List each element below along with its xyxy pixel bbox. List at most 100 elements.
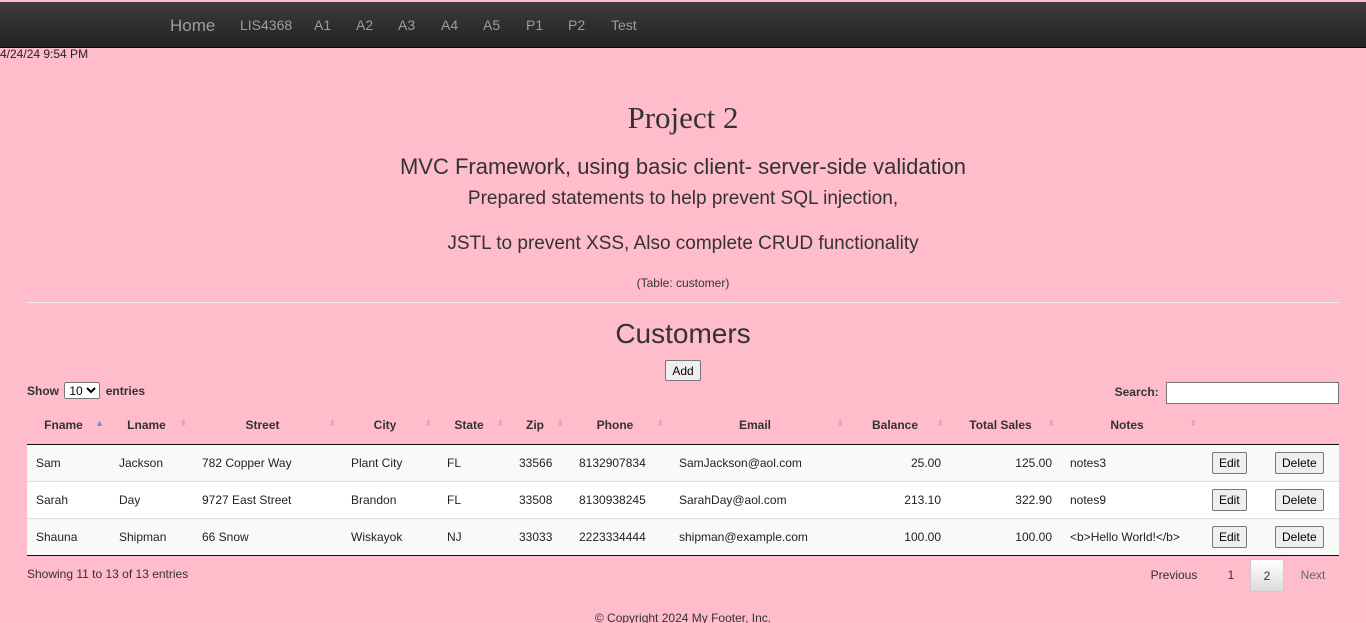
cell-fname: Sarah [36, 492, 69, 507]
nav-item-p1[interactable]: P1 [526, 2, 543, 48]
sort-icon: ⬍ [424, 418, 432, 428]
cell-notes: notes9 [1070, 492, 1107, 507]
table-row: Shauna Shipman 66 Snow Wiskayok NJ 33033… [27, 518, 1339, 555]
entries-label: entries [105, 384, 146, 398]
sort-icon: ⬍ [836, 418, 844, 428]
nav-item-a3[interactable]: A3 [398, 2, 415, 48]
cell-total-sales: 322.90 [1015, 492, 1052, 507]
cell-balance: 213.10 [904, 492, 941, 507]
column-header-email[interactable]: Email ⬍ [670, 406, 850, 445]
column-header-street[interactable]: Street ⬍ [193, 406, 342, 445]
cell-total-sales: 125.00 [1015, 455, 1052, 470]
nav-item-a5[interactable]: A5 [483, 2, 500, 48]
delete-button[interactable]: Delete [1275, 525, 1324, 548]
sort-asc-icon: ▲ [95, 418, 104, 428]
column-header-edit [1203, 406, 1266, 445]
column-header-city[interactable]: City ⬍ [342, 406, 438, 445]
timestamp: 4/24/24 9:54 PM [0, 47, 89, 61]
sort-icon: ⬍ [496, 418, 504, 428]
cell-state: NJ [447, 529, 462, 544]
cell-phone: 8132907834 [579, 455, 646, 470]
pagination-page-2[interactable]: 2 [1250, 559, 1284, 592]
column-header-lname[interactable]: Lname ⬍ [110, 406, 193, 445]
sort-icon: ⬍ [328, 418, 336, 428]
cell-balance: 25.00 [910, 455, 941, 470]
nav-item-a4[interactable]: A4 [441, 2, 458, 48]
divider [27, 302, 1339, 303]
footer: © Copyright 2024 My Footer, Inc. [594, 611, 772, 623]
column-header-zip[interactable]: Zip ⬍ [510, 406, 570, 445]
page-length-control: Show 10 entries [27, 382, 145, 399]
column-header-phone[interactable]: Phone ⬍ [570, 406, 670, 445]
column-header-fname[interactable]: Fname ▲ [27, 406, 110, 445]
edit-button[interactable]: Edit [1212, 488, 1247, 511]
cell-email: shipman@example.com [679, 529, 808, 544]
column-header-delete [1266, 406, 1339, 445]
cell-street: 782 Copper Way [202, 455, 292, 470]
cell-edit: Edit [1203, 444, 1266, 481]
page-subtitle-3: JSTL to prevent XSS, Also complete CRUD … [447, 233, 919, 254]
page-length-select[interactable]: 10 [64, 382, 101, 399]
column-header-notes[interactable]: Notes ⬍ [1061, 406, 1203, 445]
cell-state: FL [447, 455, 462, 470]
cell-email: SamJackson@aol.com [679, 455, 802, 470]
cell-lname: Jackson [119, 455, 164, 470]
delete-button[interactable]: Delete [1275, 451, 1324, 474]
cell-state: FL [447, 492, 462, 507]
add-customer-button[interactable]: Add [665, 360, 701, 381]
cell-street: 66 Snow [202, 529, 249, 544]
cell-total-sales: 100.00 [1015, 529, 1052, 544]
pagination-previous[interactable]: Previous [1140, 559, 1208, 592]
cell-city: Brandon [351, 492, 397, 507]
pagination-next[interactable]: Next [1290, 559, 1336, 592]
nav-item-test[interactable]: Test [611, 2, 637, 48]
page-title: Project 2 [627, 100, 739, 135]
cell-edit: Edit [1203, 481, 1266, 518]
table-row: Sarah Day 9727 East Street Brandon FL 33… [27, 481, 1339, 518]
sort-icon: ⬍ [656, 418, 664, 428]
cell-lname: Shipman [119, 529, 167, 544]
sort-icon: ⬍ [556, 418, 564, 428]
sort-icon: ⬍ [936, 418, 944, 428]
table-row: Sam Jackson 782 Copper Way Plant City FL… [27, 444, 1339, 481]
table-info: Showing 11 to 13 of 13 entries [27, 567, 189, 581]
customers-table: Fname ▲ Lname ⬍ Street ⬍ City ⬍ State ⬍ Zip ⬍ … [27, 406, 1339, 556]
cell-delete: Delete [1266, 518, 1339, 555]
cell-delete: Delete [1266, 481, 1339, 518]
cell-email: SarahDay@aol.com [679, 492, 787, 507]
page-subtitle: MVC Framework, using basic client- serve… [399, 154, 967, 179]
table-name-label: (Table: customer) [636, 276, 730, 290]
cell-city: Plant City [351, 455, 403, 470]
cell-city: Wiskayok [351, 529, 403, 544]
cell-notes: notes3 [1070, 455, 1107, 470]
column-header-state[interactable]: State ⬍ [438, 406, 510, 445]
nav-home-link[interactable]: Home [170, 2, 215, 48]
cell-phone: 2223334444 [579, 529, 646, 544]
column-header-total-sales[interactable]: Total Sales ⬍ [950, 406, 1061, 445]
show-label: Show [27, 384, 59, 398]
pagination-page-1[interactable]: 1 [1214, 559, 1248, 592]
cell-zip: 33508 [519, 492, 553, 507]
edit-button[interactable]: Edit [1212, 525, 1247, 548]
page-subtitle-2: Prepared statements to help prevent SQL … [467, 188, 899, 209]
cell-notes: <b>Hello World!</b> [1070, 529, 1180, 544]
nav-item-p2[interactable]: P2 [568, 2, 585, 48]
cell-lname: Day [119, 492, 141, 507]
cell-zip: 33566 [519, 455, 553, 470]
column-header-balance[interactable]: Balance ⬍ [850, 406, 950, 445]
cell-street: 9727 East Street [202, 492, 292, 507]
table-header-row: Fname ▲ Lname ⬍ Street ⬍ City ⬍ State ⬍ Zip ⬍ … [27, 406, 1339, 445]
nav-item-a1[interactable]: A1 [314, 2, 331, 48]
delete-button[interactable]: Delete [1275, 488, 1324, 511]
nav-item-a2[interactable]: A2 [356, 2, 373, 48]
nav-item-lis4368[interactable]: LIS4368 [240, 2, 292, 48]
search-input[interactable] [1166, 382, 1339, 404]
edit-button[interactable]: Edit [1212, 451, 1247, 474]
sort-icon: ⬍ [179, 418, 187, 428]
cell-fname: Shauna [36, 529, 78, 544]
search-label: Search: [1114, 385, 1159, 400]
cell-delete: Delete [1266, 444, 1339, 481]
cell-fname: Sam [36, 455, 61, 470]
search-control: Search: [1115, 382, 1339, 404]
section-title: Customers [615, 318, 751, 349]
